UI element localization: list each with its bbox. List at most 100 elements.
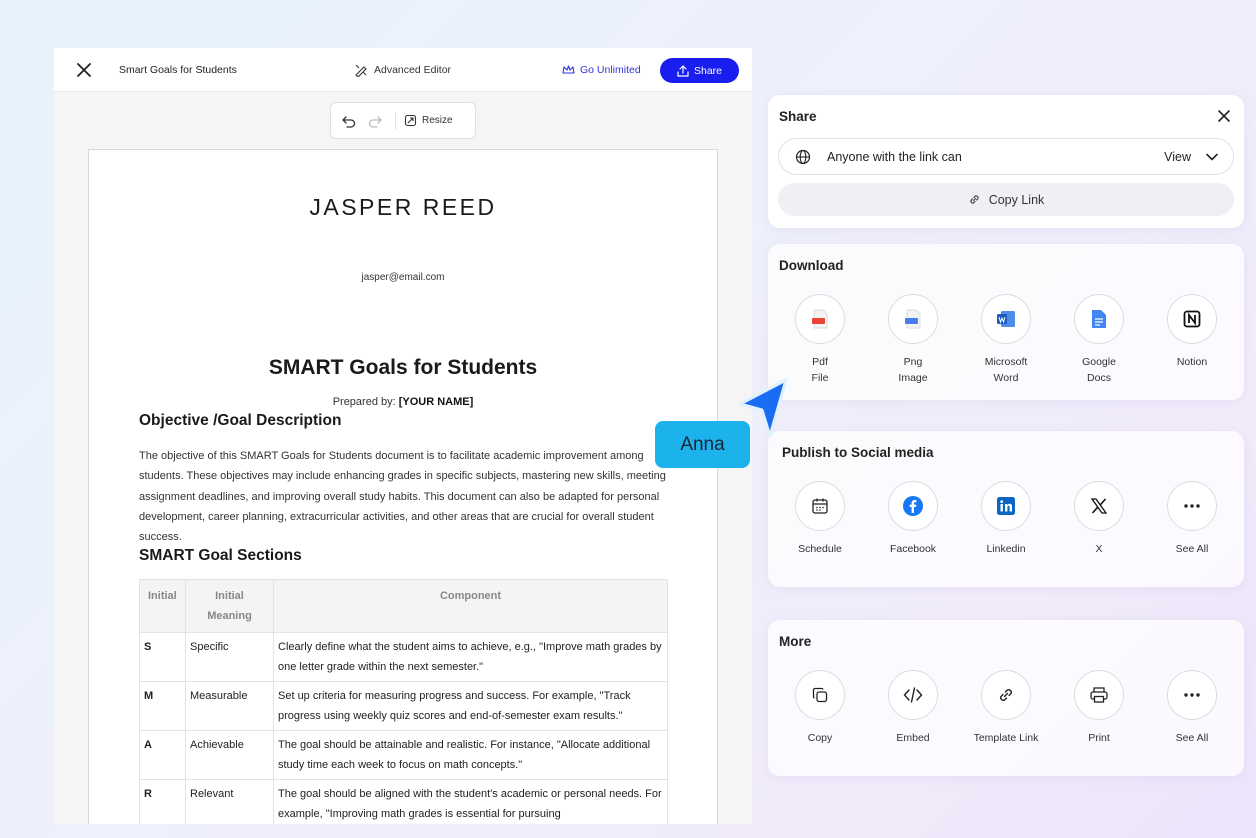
download-options: Pdf File Png Image Microsoft Word Google… [768,294,1244,394]
link-permission-label: Anyone with the link can [827,149,962,164]
download-notion-label: Notion [1176,356,1208,368]
download-panel: Download Pdf File Png Image Microsoft Wo… [768,244,1244,400]
code-icon [888,670,938,720]
prepared-by-value: [YOUR NAME] [398,396,474,408]
table-cell-meaning: Measurable [185,681,274,731]
table-row: A Achievable The goal should be attainab… [139,730,668,780]
download-google-docs-button[interactable]: Google Docs [1053,294,1145,386]
undo-icon[interactable] [341,113,357,129]
social-see-all-label: See All [1175,543,1209,555]
linkedin-icon [981,481,1031,531]
facebook-button[interactable]: Facebook [867,481,959,557]
linkedin-label: Linkedin [986,543,1026,555]
png-image-icon [888,294,938,344]
resize-label: Resize [422,115,453,126]
link-permission-select[interactable]: Anyone with the link can View [778,138,1234,175]
redo-icon[interactable] [367,113,383,129]
resize-button[interactable]: Resize [404,114,453,127]
download-pdf-button[interactable]: Pdf File [774,294,866,386]
upload-icon [677,64,689,77]
print-label: Print [1088,732,1110,744]
more-see-all-button[interactable]: See All [1146,670,1238,746]
pdf-file-icon [795,294,845,344]
social-see-all-button[interactable]: See All [1146,481,1238,557]
document-page[interactable]: JASPER REED jasper@email.com SMART Goals… [88,149,718,824]
link-icon [970,195,979,204]
more-options: Copy Embed Template Link Print See All [768,670,1244,770]
copy-link-button[interactable]: Copy Link [778,183,1234,216]
section-smart-goals-heading: SMART Goal Sections [139,547,302,564]
more-dots-icon [1167,670,1217,720]
linkedin-button[interactable]: Linkedin [960,481,1052,557]
x-label: X [1095,543,1103,555]
table-cell-initial: R [139,779,186,824]
toolbar-divider [395,111,396,130]
embed-label: Embed [896,732,930,744]
resize-icon [404,114,417,127]
table-cell-component: The goal should be aligned with the stud… [273,779,668,824]
schedule-label: Schedule [798,543,842,555]
google-docs-icon [1074,294,1124,344]
chevron-down-icon [1206,153,1218,161]
download-word-button[interactable]: Microsoft Word [960,294,1052,386]
copy-link-label: Copy Link [988,192,1045,207]
table-cell-initial: A [139,730,186,780]
objective-paragraph: The objective of this SMART Goals for St… [139,450,666,544]
go-unlimited-button[interactable]: Go Unlimited [562,64,641,76]
document-title: Smart Goals for Students [119,63,237,76]
x-button[interactable]: X [1053,481,1145,557]
close-icon[interactable] [74,60,94,80]
schedule-button[interactable]: Schedule [774,481,866,557]
table-cell-component: The goal should be attainable and realis… [273,730,668,780]
social-panel-title: Publish to Social media [782,445,934,460]
table-cell-meaning: Relevant [185,779,274,824]
download-google-docs-label: Google Docs [1082,356,1116,384]
share-button[interactable]: Share [660,58,739,83]
smart-goals-table: Initial Initial Meaning Component S Spec… [139,579,668,824]
editor-topbar: Smart Goals for Students Advanced Editor… [54,48,752,92]
more-dots-icon [1167,481,1217,531]
editor-window: Smart Goals for Students Advanced Editor… [54,48,752,824]
share-panel-title: Share [779,109,817,124]
download-png-button[interactable]: Png Image [867,294,959,386]
template-link-button[interactable]: Template Link [960,670,1052,746]
social-options: Schedule Facebook Linkedin X See All [768,481,1244,581]
table-header: Initial [139,579,186,633]
social-panel: Publish to Social media Schedule Faceboo… [768,431,1244,587]
more-panel-title: More [779,634,812,649]
go-unlimited-label: Go Unlimited [580,63,641,76]
prepared-by-label: Prepared by: [332,396,396,408]
table-header: Initial Meaning [185,579,274,633]
table-header-row: Initial Initial Meaning Component [139,579,668,633]
link-access-value: View [1164,149,1191,164]
download-word-label: Microsoft Word [984,356,1028,384]
table-cell-meaning: Specific [185,632,274,682]
section-objective-heading: Objective /Goal Description [139,412,342,429]
table-row: S Specific Clearly define what the stude… [139,632,668,682]
close-icon[interactable] [1216,108,1232,124]
advanced-editor-button[interactable]: Advanced Editor [354,63,451,77]
embed-button[interactable]: Embed [867,670,959,746]
x-logo-icon [1074,481,1124,531]
prepared-by: Prepared by: [YOUR NAME] [89,396,717,408]
table-cell-component: Clearly define what the student aims to … [273,632,668,682]
table-row: R Relevant The goal should be aligned wi… [139,779,668,824]
table-row: M Measurable Set up criteria for measuri… [139,681,668,731]
document-heading: SMART Goals for Students [268,356,538,379]
download-notion-button[interactable]: Notion [1146,294,1238,370]
copy-button[interactable]: Copy [774,670,866,746]
link-icon [981,670,1031,720]
document-name: JASPER REED [309,194,497,220]
advanced-editor-label: Advanced Editor [374,63,452,76]
table-header: Component [273,579,668,633]
copy-icon [795,670,845,720]
more-see-all-label: See All [1175,732,1209,744]
crown-icon [562,64,575,74]
globe-icon [795,149,811,164]
pencil-ruler-icon [355,64,367,77]
table-cell-initial: M [139,681,186,731]
download-png-label: Png Image [898,356,928,384]
print-button[interactable]: Print [1053,670,1145,746]
notion-icon [1167,294,1217,344]
copy-label: Copy [807,732,833,744]
